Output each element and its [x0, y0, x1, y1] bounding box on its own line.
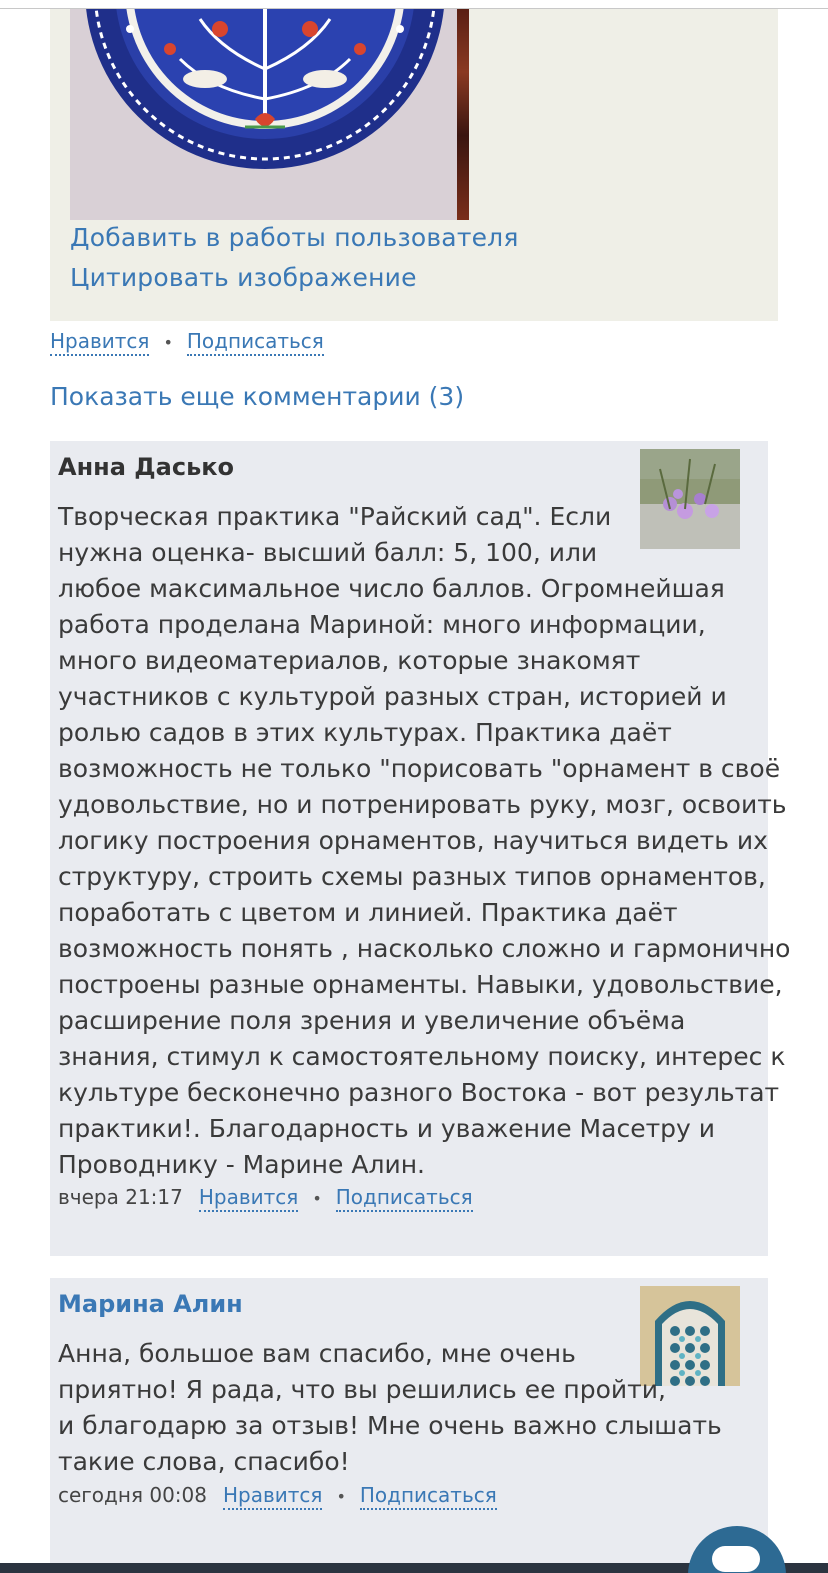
subscribe-link[interactable]: Подписаться [359, 1483, 497, 1510]
separator-dot: • [336, 1487, 346, 1506]
comment-text-line: много видеоматериалов, которые знакомят [58, 646, 641, 675]
comment-text-line: Творческая практика "Райский сад". Если [58, 502, 612, 531]
separator-dot: • [163, 333, 173, 352]
comment-text-line: структуру, строить схемы разных типов ор… [58, 862, 766, 891]
comment-timestamp: сегодня 00:08 [58, 1483, 207, 1507]
comment-text-line: практики!. Благодарность и уважение Масе… [58, 1114, 715, 1143]
comment-meta: вчера 21:17 Нравится • Подписаться [58, 1185, 473, 1212]
ornament-plate-image[interactable] [70, 9, 469, 220]
subscribe-link[interactable]: Подписаться [186, 329, 324, 356]
comment-text-line: ролью садов в этих культурах. Практика д… [58, 718, 672, 747]
comment-text: Анна, большое вам спасибо, мне очень при… [58, 1336, 764, 1480]
comment-text-line: Анна, большое вам спасибо, мне очень [58, 1339, 576, 1368]
comment-text-line: культуре бесконечно разного Востока - во… [58, 1078, 780, 1107]
comment-text-line: знания, стимул к самостоятельному поиску… [58, 1042, 786, 1071]
comment-text-line: такие слова, спасибо! [58, 1447, 350, 1476]
comment-text-line: участников с культурой разных стран, ист… [58, 682, 727, 711]
like-link[interactable]: Нравится [222, 1483, 323, 1510]
comment-text-line: любое максимальное число баллов. Огромне… [58, 574, 725, 603]
comment-text-line: построены разные орнаменты. Навыки, удов… [58, 970, 783, 999]
comment-text-line: работа проделана Мариной: много информац… [58, 610, 706, 639]
comment-meta: сегодня 00:08 Нравится • Подписаться [58, 1483, 497, 1510]
comment-text-line: возможность понять , насколько сложно и … [58, 934, 791, 963]
chat-bubble-icon [712, 1546, 760, 1572]
comment-author: Анна Дасько [58, 453, 235, 481]
image-block: Добавить в работы пользователя Цитироват… [50, 9, 778, 321]
comment-text-line: расширение поля зрения и увеличение объё… [58, 1006, 686, 1035]
comment-text-line: удовольствие, но и потренировать руку, м… [58, 790, 787, 819]
comment-text-line: и благодарю за отзыв! Мне очень важно сл… [58, 1411, 722, 1440]
comment-text-line: приятно! Я рада, что вы решились ее прой… [58, 1375, 666, 1404]
post-actions: Нравится • Подписаться [50, 329, 324, 356]
show-more-comments-link[interactable]: Показать еще комментарии (3) [50, 382, 464, 411]
comment-text: Творческая практика "Райский сад". Если … [58, 499, 791, 1183]
comment-timestamp: вчера 21:17 [58, 1185, 183, 1209]
cite-image-link[interactable]: Цитировать изображение [70, 263, 417, 292]
top-divider [0, 0, 828, 9]
add-to-works-link[interactable]: Добавить в работы пользователя [70, 223, 519, 252]
like-link[interactable]: Нравится [198, 1185, 299, 1212]
subscribe-link[interactable]: Подписаться [335, 1185, 473, 1212]
separator-dot: • [312, 1189, 322, 1208]
comment-author[interactable]: Марина Алин [58, 1290, 243, 1318]
comment-text-line: поработать с цветом и линией. Практика д… [58, 898, 678, 927]
comment-text-line: возможность не только "порисовать "орнам… [58, 754, 781, 783]
comment: Марина Алин Анна, большое вам спасибо, м… [50, 1278, 768, 1573]
comment-text-line: логику построения орнаментов, научиться … [58, 826, 768, 855]
comment-text-line: нужна оценка- высший балл: 5, 100, или [58, 538, 598, 567]
like-link[interactable]: Нравится [50, 329, 150, 356]
comment: Анна Дасько Творческая практика "Райский… [50, 441, 791, 1256]
comment-text-line: Проводнику - Марине Алин. [58, 1150, 425, 1179]
